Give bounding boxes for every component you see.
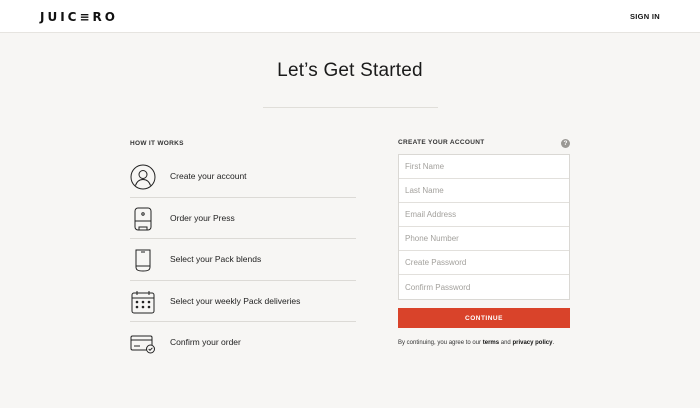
card-check-icon	[130, 330, 156, 356]
step-create-account: Create your account	[130, 156, 356, 198]
step-label: Confirm your order	[170, 337, 241, 347]
how-it-works-label: HOW IT WORKS	[130, 140, 184, 147]
step-label: Select your Pack blends	[170, 254, 262, 264]
continue-button[interactable]: CONTINUE	[398, 308, 570, 328]
help-icon[interactable]: ?	[561, 139, 570, 148]
last-name-input[interactable]	[399, 179, 569, 203]
step-pack-blends: Select your Pack blends	[130, 239, 356, 281]
juicero-logo[interactable]: JUIC≡RO	[40, 10, 118, 24]
confirm-password-input[interactable]	[399, 275, 569, 299]
user-icon	[130, 164, 156, 190]
first-name-input[interactable]	[399, 155, 569, 179]
step-confirm-order: Confirm your order	[130, 322, 356, 364]
step-label: Order your Press	[170, 212, 235, 223]
sign-in-link[interactable]: SIGN IN	[630, 12, 660, 21]
step-order-press: Order your Press	[130, 198, 356, 239]
terms-suffix: .	[552, 340, 555, 346]
email-input[interactable]	[399, 203, 569, 227]
phone-input[interactable]	[399, 227, 569, 251]
title-divider	[263, 107, 438, 108]
top-header: JUIC≡RO SIGN IN	[0, 0, 700, 33]
terms-and: and	[499, 340, 513, 346]
terms-prefix: By continuing, you agree to our	[398, 340, 483, 346]
terms-notice: By continuing, you agree to our terms an…	[398, 340, 554, 346]
page-title: Let’s Get Started	[277, 60, 423, 81]
calendar-icon	[130, 289, 156, 315]
step-label: Create your account	[170, 171, 247, 181]
pack-icon	[130, 247, 156, 273]
create-password-input[interactable]	[399, 251, 569, 275]
how-it-works-steps: Create your account Order your Press Sel…	[130, 156, 356, 364]
signup-form	[398, 154, 570, 300]
create-account-label: CREATE YOUR ACCOUNT	[398, 139, 485, 146]
step-weekly-deliveries: Select your weekly Pack deliveries	[130, 281, 356, 322]
press-icon	[130, 206, 156, 232]
privacy-policy-link[interactable]: privacy policy	[512, 340, 552, 346]
terms-link[interactable]: terms	[483, 340, 499, 346]
step-label: Select your weekly Pack deliveries	[170, 295, 301, 306]
